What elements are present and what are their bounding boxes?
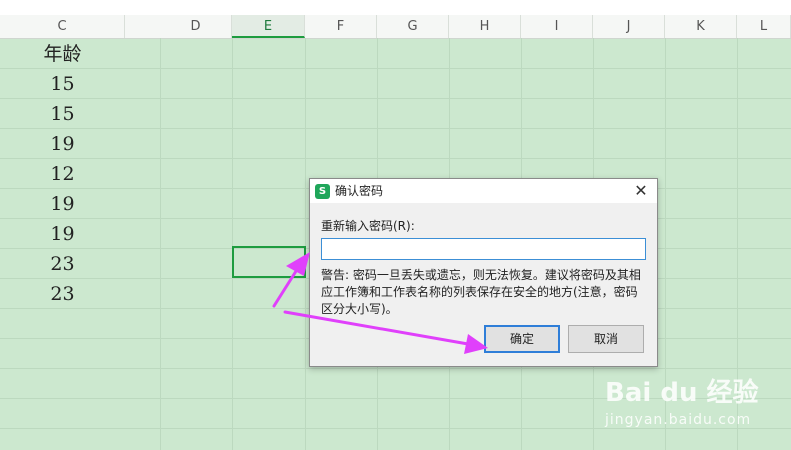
dialog-title: 确认密码: [335, 184, 384, 198]
column-header-f[interactable]: F: [305, 15, 377, 38]
cell-age-value[interactable]: 23: [0, 249, 125, 279]
watermark-url: jingyan.baidu.com: [605, 412, 752, 428]
column-header-row: C D E F G H I J K L: [0, 15, 791, 39]
dialog-titlebar[interactable]: S 确认密码 ✕: [310, 179, 657, 203]
column-header-k[interactable]: K: [665, 15, 737, 38]
cancel-button[interactable]: 取消: [568, 325, 644, 353]
column-header-i[interactable]: I: [521, 15, 593, 38]
column-header-c[interactable]: C: [0, 15, 125, 38]
password-input[interactable]: [321, 238, 646, 260]
column-header-l[interactable]: L: [737, 15, 791, 38]
reenter-password-label: 重新输入密码(R):: [321, 219, 415, 233]
cell-age-value[interactable]: 15: [0, 69, 125, 99]
column-header-d[interactable]: D: [160, 15, 232, 38]
wps-app-icon: S: [315, 184, 330, 199]
cell-age-value[interactable]: 19: [0, 129, 125, 159]
column-header-j[interactable]: J: [593, 15, 665, 38]
confirm-password-dialog: S 确认密码 ✕ 重新输入密码(R): 警告: 密码一旦丢失或遗忘，则无法恢复。…: [309, 178, 658, 367]
warning-text: 警告: 密码一旦丢失或遗忘，则无法恢复。建议将密码及其相应工作簿和工作表名称的列…: [321, 268, 641, 316]
cell-age-value[interactable]: 15: [0, 99, 125, 129]
cell-age-value[interactable]: 12: [0, 159, 125, 189]
ok-button[interactable]: 确定: [484, 325, 560, 353]
cell-age-value[interactable]: 19: [0, 189, 125, 219]
toolbar-strip: [0, 0, 791, 16]
cell-age-value[interactable]: 23: [0, 279, 125, 309]
column-header-g[interactable]: G: [377, 15, 449, 38]
active-cell-e8[interactable]: [232, 246, 306, 278]
column-header-e[interactable]: E: [232, 15, 305, 38]
close-icon[interactable]: ✕: [631, 181, 651, 201]
watermark-logo: Bai du 经验: [605, 378, 759, 408]
baidu-jingyan-watermark: Bai du 经验 jingyan.baidu.com: [605, 372, 785, 442]
column-header-h[interactable]: H: [449, 15, 521, 38]
cell-header-age[interactable]: 年龄: [0, 39, 125, 69]
cell-age-value[interactable]: 19: [0, 219, 125, 249]
